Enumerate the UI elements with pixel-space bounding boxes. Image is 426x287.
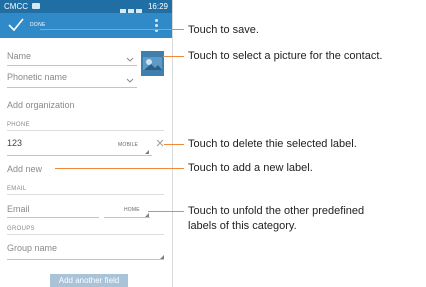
add-organization-link[interactable]: Add organization bbox=[7, 100, 75, 111]
email-underline bbox=[7, 217, 99, 218]
dropdown-corner-icon bbox=[145, 150, 149, 154]
carrier-label: CMCC bbox=[4, 2, 28, 11]
annotation-save: Touch to save. bbox=[188, 24, 259, 36]
annotation-unfold-line2: labels of this category. bbox=[188, 220, 297, 232]
chevron-down-icon[interactable] bbox=[126, 57, 134, 62]
status-bar: CMCC 16:29 bbox=[0, 0, 172, 16]
phone-underline bbox=[7, 155, 152, 156]
name-underline bbox=[7, 65, 137, 66]
email-type-selector[interactable]: HOME bbox=[124, 207, 140, 214]
close-icon[interactable] bbox=[156, 139, 164, 147]
annotation-delete: Touch to delete thie selected label. bbox=[188, 138, 357, 150]
email-section-header: EMAIL bbox=[7, 186, 27, 192]
callout-line-add-label bbox=[55, 168, 184, 169]
group-name-field[interactable]: Group name bbox=[7, 243, 57, 254]
annotation-unfold-line1: Touch to unfold the other predefined bbox=[188, 205, 365, 217]
phonetic-underline bbox=[7, 87, 137, 88]
phone-input[interactable]: 123 bbox=[7, 138, 22, 149]
phonetic-name-field[interactable]: Phonetic name bbox=[7, 72, 67, 83]
phone-divider bbox=[7, 130, 164, 131]
email-divider bbox=[7, 194, 164, 195]
overflow-menu-icon[interactable] bbox=[155, 19, 158, 33]
email-type-underline bbox=[104, 217, 150, 218]
add-another-field-button[interactable]: Add another field bbox=[50, 274, 128, 287]
done-button[interactable]: DONE bbox=[4, 15, 64, 36]
callout-line-unfold bbox=[148, 211, 184, 212]
picture-icon bbox=[141, 51, 164, 76]
annotation-picture: Touch to select a picture for the contac… bbox=[188, 50, 383, 62]
check-icon bbox=[8, 18, 24, 32]
name-field[interactable]: Name bbox=[7, 51, 31, 62]
add-new-phone[interactable]: Add new bbox=[7, 164, 42, 175]
phone-screen: CMCC 16:29 DONE Name Phonetic name Add o… bbox=[0, 0, 173, 287]
annotation-add-label: Touch to add a new label. bbox=[188, 162, 313, 174]
groups-divider bbox=[7, 234, 164, 235]
callout-line-picture bbox=[163, 56, 184, 57]
group-underline bbox=[7, 259, 164, 260]
phone-type-selector[interactable]: MOBILE bbox=[118, 142, 138, 149]
notification-icon bbox=[32, 3, 40, 9]
clock: 16:29 bbox=[147, 2, 168, 11]
chevron-down-icon[interactable] bbox=[126, 78, 134, 83]
phone-section-header: PHONE bbox=[7, 122, 30, 128]
email-field[interactable]: Email bbox=[7, 204, 30, 215]
groups-section-header: GROUPS bbox=[7, 226, 35, 232]
contact-photo-button[interactable] bbox=[141, 51, 164, 76]
action-bar: DONE bbox=[0, 13, 172, 38]
callout-line-delete bbox=[164, 144, 184, 145]
callout-line-save-tail bbox=[172, 29, 184, 30]
callout-line-save bbox=[40, 29, 172, 30]
